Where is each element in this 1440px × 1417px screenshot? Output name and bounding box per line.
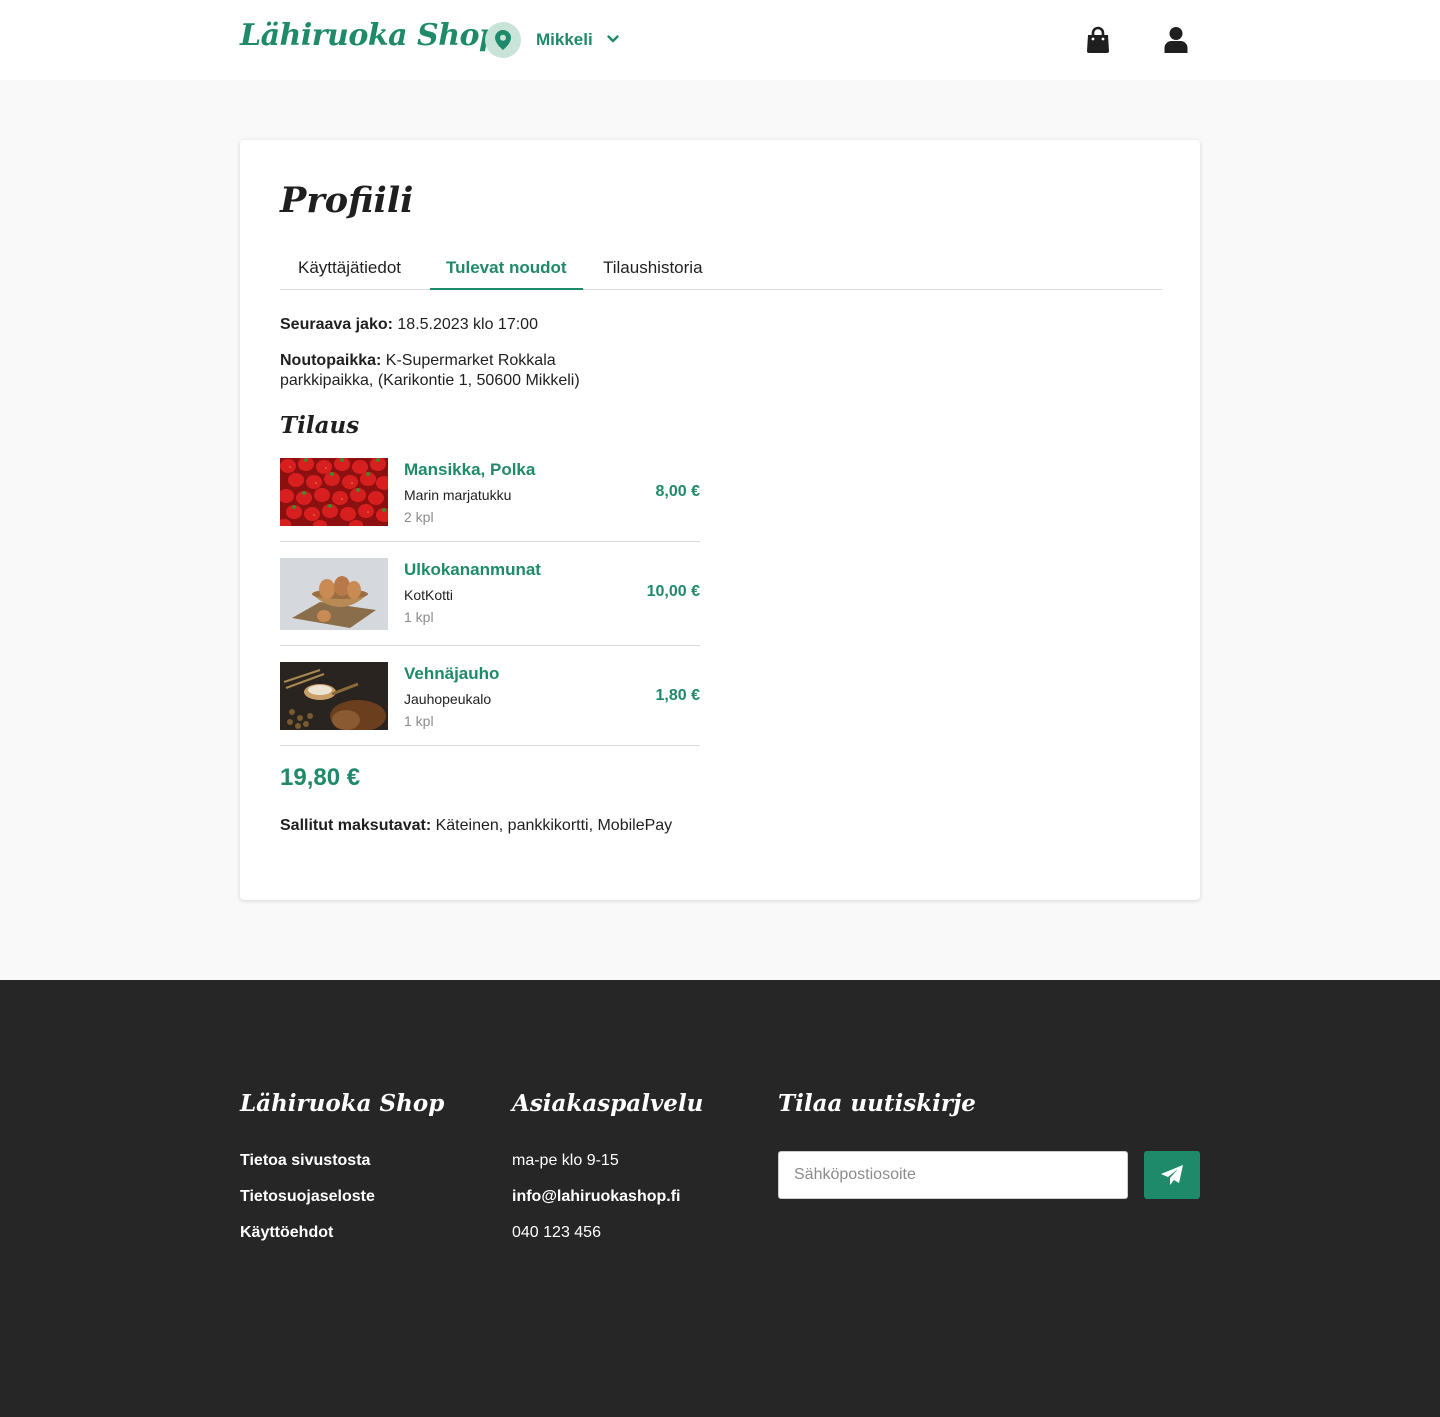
product-image-flour[interactable] [280,662,388,730]
tab-upcoming-pickups[interactable]: Tulevat noudot [430,248,583,290]
footer-newsletter-title: Tilaa uutiskirje [778,1090,976,1117]
payment-label: Sallitut maksutavat: [280,817,432,834]
payment-value: Käteinen, pankkikortti, MobilePay [435,817,673,834]
paper-plane-icon [1161,1165,1183,1185]
item-quantity: 2 kpl [404,509,434,525]
location-selector[interactable]: Mikkeli [536,30,593,50]
map-pin-icon[interactable] [485,22,521,58]
chevron-down-icon[interactable] [605,31,621,47]
tab-order-history[interactable]: Tilaushistoria [587,248,719,290]
next-distribution: Seuraava jako: 18.5.2023 klo 17:00 [280,315,538,335]
footer-link-about[interactable]: Tietoa sivustosta [240,1152,370,1170]
item-seller: Marin marjatukku [404,487,512,503]
site-logo[interactable]: Lähiruoka Shop [240,18,500,53]
footer-brand-title: Lähiruoka Shop [240,1090,445,1117]
profile-tabs: Käyttäjätiedot Tulevat noudot Tilaushist… [280,248,1162,290]
order-item: Vehnäjauho Jauhopeukalo 1 kpl 1,80 € [280,662,700,746]
page-title: Profiili [280,180,414,221]
pickup-location: Noutopaikka: K-Supermarket Rokkala parkk… [280,351,640,391]
footer-link-privacy[interactable]: Tietosuojaseloste [240,1188,375,1206]
item-price: 1,80 € [655,687,700,704]
item-seller: Jauhopeukalo [404,691,492,707]
product-image-eggs[interactable] [280,558,388,630]
order-item: Ulkokananmunat KotKotti 1 kpl 10,00 € [280,558,700,646]
support-phone: 040 123 456 [512,1224,601,1241]
next-distribution-value: 18.5.2023 klo 17:00 [397,316,538,333]
footer-support-title: Asiakaspalvelu [512,1090,704,1117]
newsletter-email-input[interactable] [778,1151,1128,1199]
item-price: 10,00 € [646,583,700,600]
user-icon[interactable] [1163,26,1189,54]
item-quantity: 1 kpl [404,713,434,729]
payment-methods: Sallitut maksutavat: Käteinen, pankkikor… [280,817,672,835]
pickup-label: Noutopaikka: [280,352,382,369]
profile-card: Profiili Käyttäjätiedot Tulevat noudot T… [240,140,1200,900]
shopping-bag-icon[interactable] [1085,26,1111,54]
item-name[interactable]: Ulkokananmunat [404,560,541,580]
order-title: Tilaus [280,412,360,439]
item-name[interactable]: Mansikka, Polka [404,460,535,480]
item-seller: KotKotti [404,587,454,603]
order-item: Mansikka, Polka Marin marjatukku 2 kpl 8… [280,458,700,542]
support-email[interactable]: info@lahiruokashop.fi [512,1188,681,1206]
footer-link-terms[interactable]: Käyttöehdot [240,1224,333,1242]
item-name[interactable]: Vehnäjauho [404,664,499,684]
item-quantity: 1 kpl [404,609,434,625]
site-header: Lähiruoka Shop Mikkeli [0,0,1440,80]
next-distribution-label: Seuraava jako: [280,316,393,333]
support-hours: ma-pe klo 9-15 [512,1152,619,1169]
site-footer: Lähiruoka Shop Asiakaspalvelu Tilaa uuti… [0,980,1440,1417]
order-total: 19,80 € [280,764,361,791]
product-image-strawberries[interactable] [280,458,388,526]
item-price: 8,00 € [655,483,700,500]
tab-user-info[interactable]: Käyttäjätiedot [282,248,417,290]
newsletter-submit-button[interactable] [1144,1151,1200,1199]
